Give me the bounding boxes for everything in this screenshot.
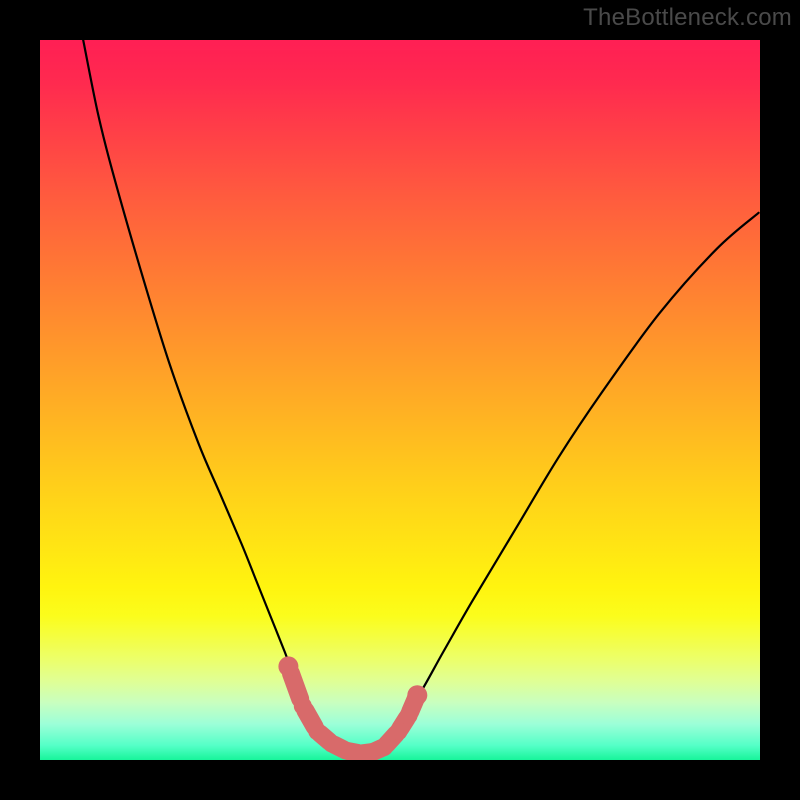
plot-area bbox=[40, 40, 760, 760]
marker-dot bbox=[294, 697, 312, 715]
highlight-markers bbox=[278, 656, 427, 760]
bottleneck-curve-svg bbox=[40, 40, 760, 760]
marker-dot bbox=[390, 722, 408, 740]
marker-dot bbox=[375, 738, 393, 756]
marker-dot bbox=[278, 656, 298, 676]
marker-dot bbox=[400, 706, 418, 724]
bottleneck-curve-path bbox=[83, 40, 758, 754]
chart-frame: TheBottleneck.com bbox=[0, 0, 800, 800]
marker-dot bbox=[407, 685, 427, 705]
marker-dot bbox=[308, 722, 326, 740]
watermark-text: TheBottleneck.com bbox=[583, 4, 792, 32]
marker-segment bbox=[291, 674, 300, 699]
